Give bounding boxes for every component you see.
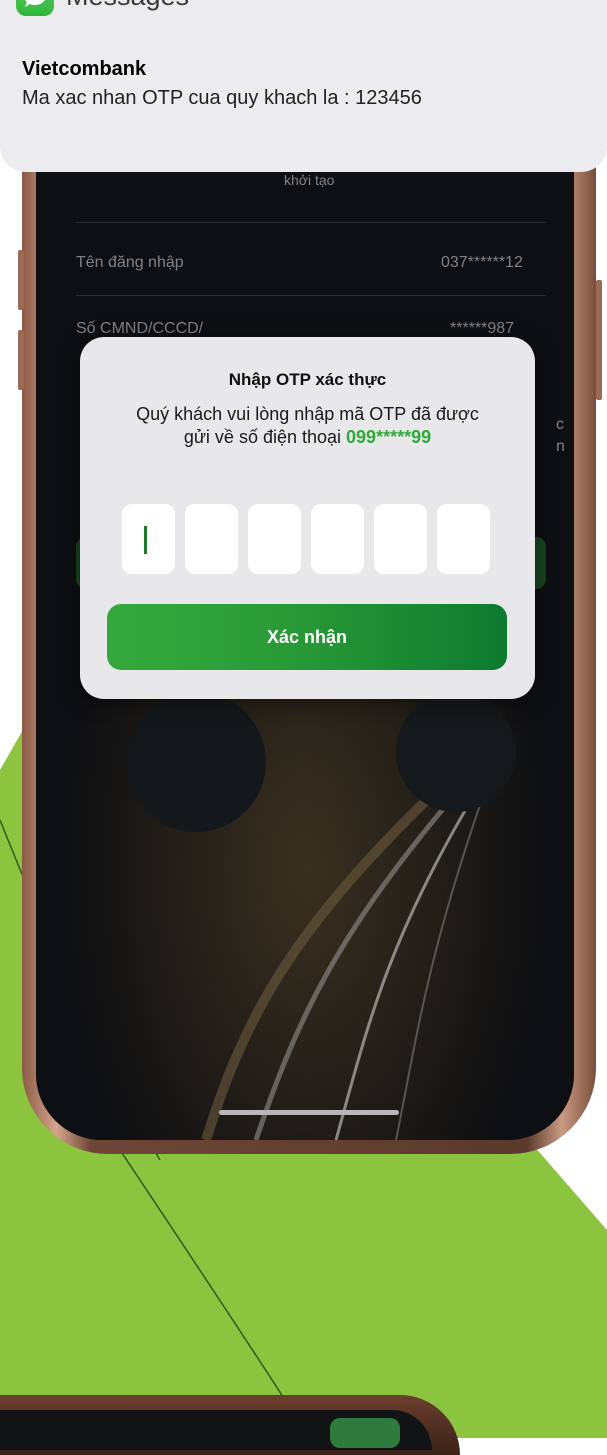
masked-phone-number: 099*****99 [346,427,432,447]
username-label: Tên đăng nhập [76,254,184,271]
list-divider [76,295,546,296]
username-value: 037******12 [441,254,523,271]
second-phone-green-element [330,1418,400,1448]
otp-message-prefix: gửi về số điện thoại [183,427,347,447]
home-indicator [219,1110,399,1115]
otp-digit-input-1[interactable] [122,504,175,574]
sms-notification-banner[interactable]: Messages Vietcombank Ma xac nhan OTP cua… [0,0,607,172]
right-fragment-1: c [556,416,564,433]
text-cursor [144,526,147,554]
otp-message-line-2: gửi về số điện thoại 099*****99 [90,426,525,449]
otp-dialog-message: Quý khách vui lòng nhập mã OTP đã được g… [90,403,525,449]
id-card-value: ******987 [450,320,515,337]
otp-digit-input-4[interactable] [311,504,364,574]
power-button [596,280,602,400]
tree-silhouette [126,692,266,832]
list-divider [76,222,546,223]
otp-dialog: Nhập OTP xác thực Quý khách vui lòng nhậ… [80,337,535,699]
notification-sender: Vietcombank [22,58,147,80]
initialize-fragment: khởi tạo [284,172,335,188]
otp-input-group [122,504,492,576]
otp-digit-input-5[interactable] [374,504,427,574]
otp-digit-input-6[interactable] [437,504,490,574]
volume-down-button [18,330,24,390]
confirm-button[interactable]: Xác nhận [107,604,507,670]
tree-silhouette [396,692,516,812]
otp-digit-input-2[interactable] [185,504,238,574]
id-card-label: Số CMND/CCCD/ [76,320,204,337]
otp-message-line-1: Quý khách vui lòng nhập mã OTP đã được [136,404,479,424]
otp-dialog-title: Nhập OTP xác thực [228,370,387,389]
otp-digit-input-3[interactable] [248,504,301,574]
messages-bubble-icon [16,0,54,16]
notification-body: Ma xac nhan OTP cua quy khach la : 12345… [22,87,422,109]
notification-header: Messages [0,0,607,32]
volume-up-button [18,250,24,310]
notification-app-name: Messages [66,0,189,12]
right-fragment-2: n [556,438,565,455]
